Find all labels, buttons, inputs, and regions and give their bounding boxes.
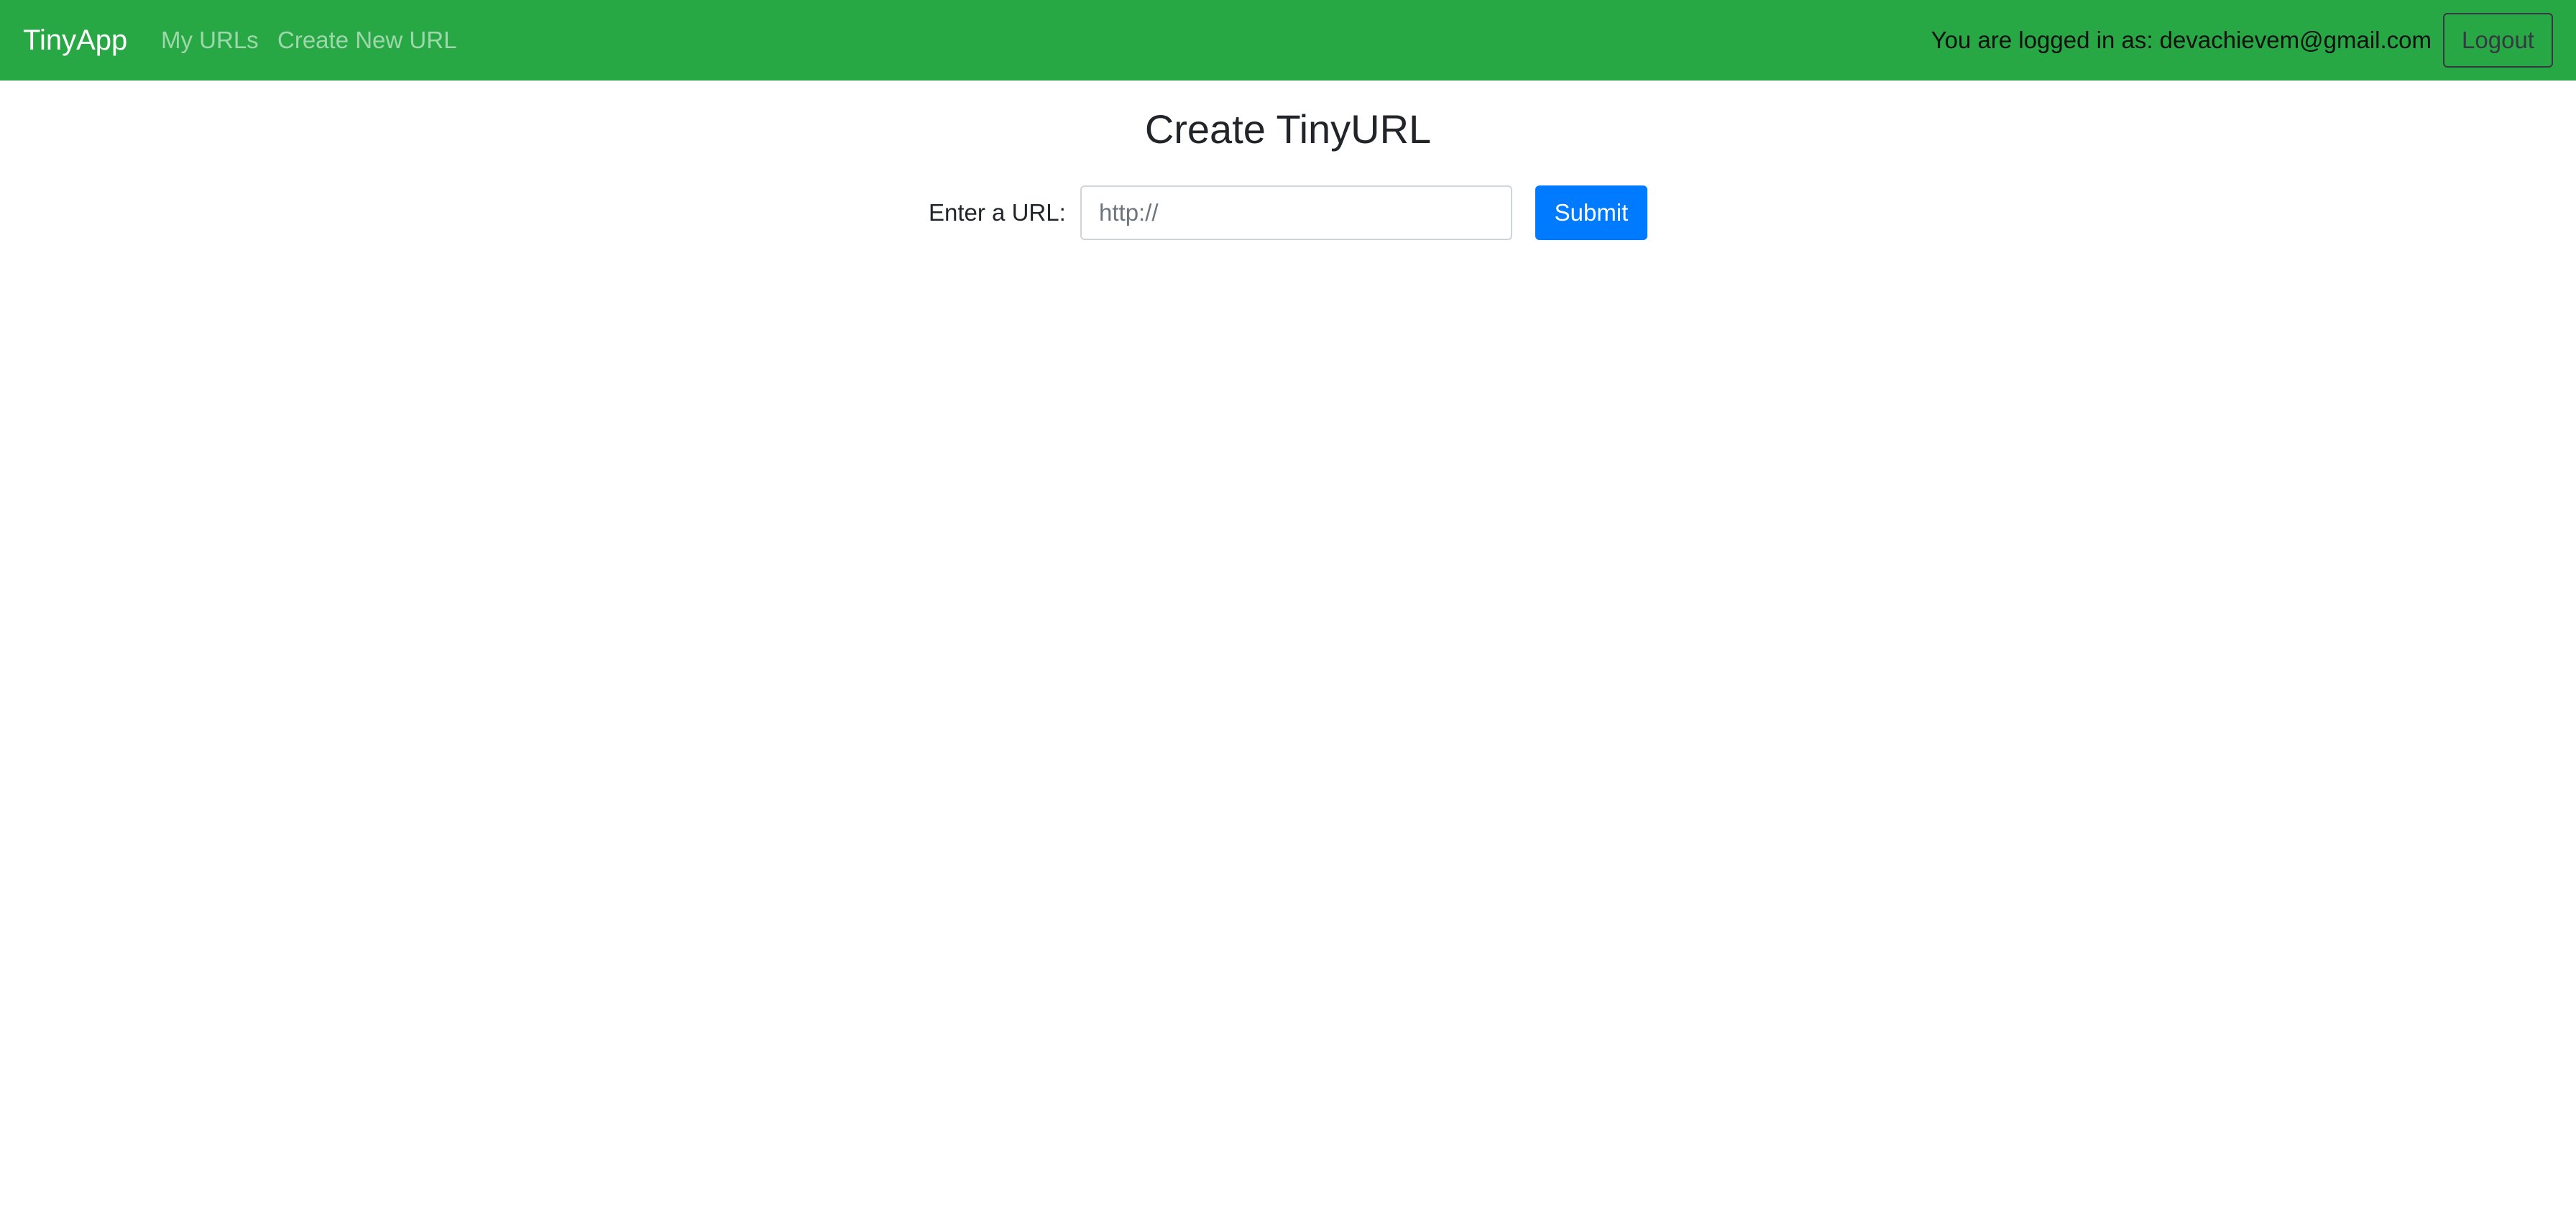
page-title: Create TinyURL	[1144, 106, 1432, 152]
nav-link-create-new-url[interactable]: Create New URL	[277, 0, 456, 81]
top-navbar: TinyApp My URLs Create New URL You are l…	[0, 0, 2576, 81]
create-url-form: Enter a URL: Submit	[0, 185, 2576, 240]
brand-link[interactable]: TinyApp	[23, 0, 127, 81]
nav-link-my-urls[interactable]: My URLs	[161, 0, 259, 81]
logout-button[interactable]: Logout	[2443, 13, 2553, 68]
url-label: Enter a URL:	[929, 199, 1066, 226]
logged-in-user-text: You are logged in as: devachievem@gmail.…	[1931, 27, 2432, 53]
url-input[interactable]	[1080, 185, 1512, 240]
submit-button[interactable]: Submit	[1535, 185, 1647, 240]
